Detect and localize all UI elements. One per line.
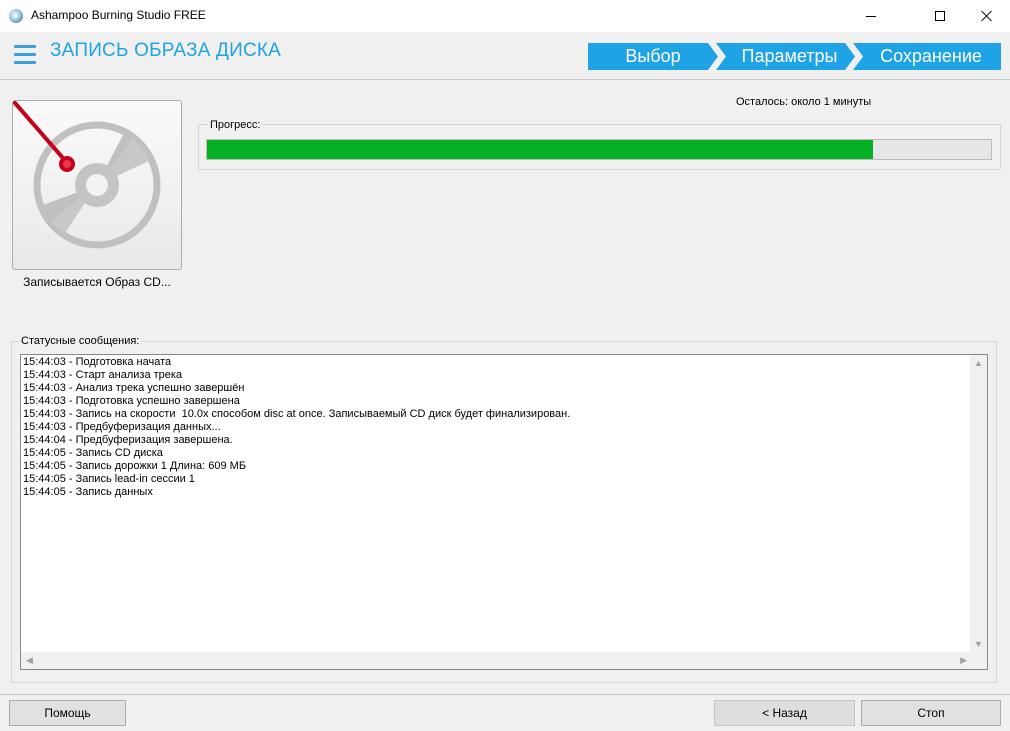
maximize-icon xyxy=(935,11,945,21)
stop-button[interactable]: Стоп xyxy=(861,700,1001,726)
log-line: 15:44:03 - Подготовка успешно завершена xyxy=(23,395,240,407)
horizontal-scrollbar[interactable]: ◀ ▶ xyxy=(21,652,987,669)
log-line: 15:44:03 - Предбуферизация данных... xyxy=(23,421,221,433)
log-line: 15:44:04 - Предбуферизация завершена. xyxy=(23,434,233,446)
minimize-button[interactable] xyxy=(848,0,894,32)
header: ЗАПИСЬ ОБРАЗА ДИСКА Выбор Параметры Сохр… xyxy=(0,32,1010,80)
wizard-steps: Выбор Параметры Сохранение xyxy=(588,43,1001,70)
log-line: 15:44:03 - Анализ трека успешно завершён xyxy=(23,382,245,394)
scroll-up-icon[interactable]: ▲ xyxy=(974,359,983,368)
time-remaining: Осталось: около 1 минуты xyxy=(736,96,872,108)
log-line: 15:44:05 - Запись дорожки 1 Длина: 609 М… xyxy=(23,460,247,472)
help-button[interactable]: Помощь xyxy=(9,700,126,726)
log-line: 15:44:05 - Запись данных xyxy=(23,486,153,498)
log-line: 15:44:05 - Запись lead-in сессии 1 xyxy=(23,473,195,485)
disc-icon xyxy=(13,101,161,249)
close-icon xyxy=(981,10,993,22)
title-bar: Ashampoo Burning Studio FREE xyxy=(0,0,1010,32)
bottom-divider xyxy=(0,694,1010,695)
log-line: 15:44:03 - Подготовка начата xyxy=(23,356,172,368)
menu-icon[interactable] xyxy=(14,45,36,65)
log-line: 15:44:05 - Запись CD диска xyxy=(23,447,163,459)
app-icon xyxy=(9,9,23,23)
back-button[interactable]: < Назад xyxy=(714,700,855,726)
window-title: Ashampoo Burning Studio FREE xyxy=(31,8,206,22)
minimize-icon xyxy=(866,15,876,17)
status-label: Статусные сообщения: xyxy=(19,335,142,347)
log-line: 15:44:03 - Старт анализа трека xyxy=(23,369,183,381)
scroll-down-icon[interactable]: ▼ xyxy=(974,640,983,649)
progress-label: Прогресс: xyxy=(208,119,263,131)
step-save: Сохранение xyxy=(853,43,1001,70)
status-log[interactable]: 15:44:03 - Подготовка начата 15:44:03 - С… xyxy=(20,354,988,670)
disc-illustration xyxy=(12,100,182,270)
log-lines: 15:44:03 - Подготовка начата 15:44:03 - С… xyxy=(23,356,570,499)
vertical-scrollbar[interactable]: ▲ ▼ xyxy=(970,355,987,653)
log-line: 15:44:03 - Запись на скорости 10.0x спос… xyxy=(23,408,571,420)
step-select: Выбор xyxy=(588,43,718,70)
page-title: ЗАПИСЬ ОБРАЗА ДИСКА xyxy=(50,40,282,61)
step-options: Параметры xyxy=(716,43,855,70)
progress-fill xyxy=(207,140,874,159)
progress-bar xyxy=(206,139,992,160)
disc-caption: Записывается Образ CD... xyxy=(23,275,171,289)
scroll-left-icon[interactable]: ◀ xyxy=(26,656,33,665)
scroll-right-icon[interactable]: ▶ xyxy=(960,656,967,665)
close-button[interactable] xyxy=(964,0,1010,32)
maximize-button[interactable] xyxy=(917,0,963,32)
